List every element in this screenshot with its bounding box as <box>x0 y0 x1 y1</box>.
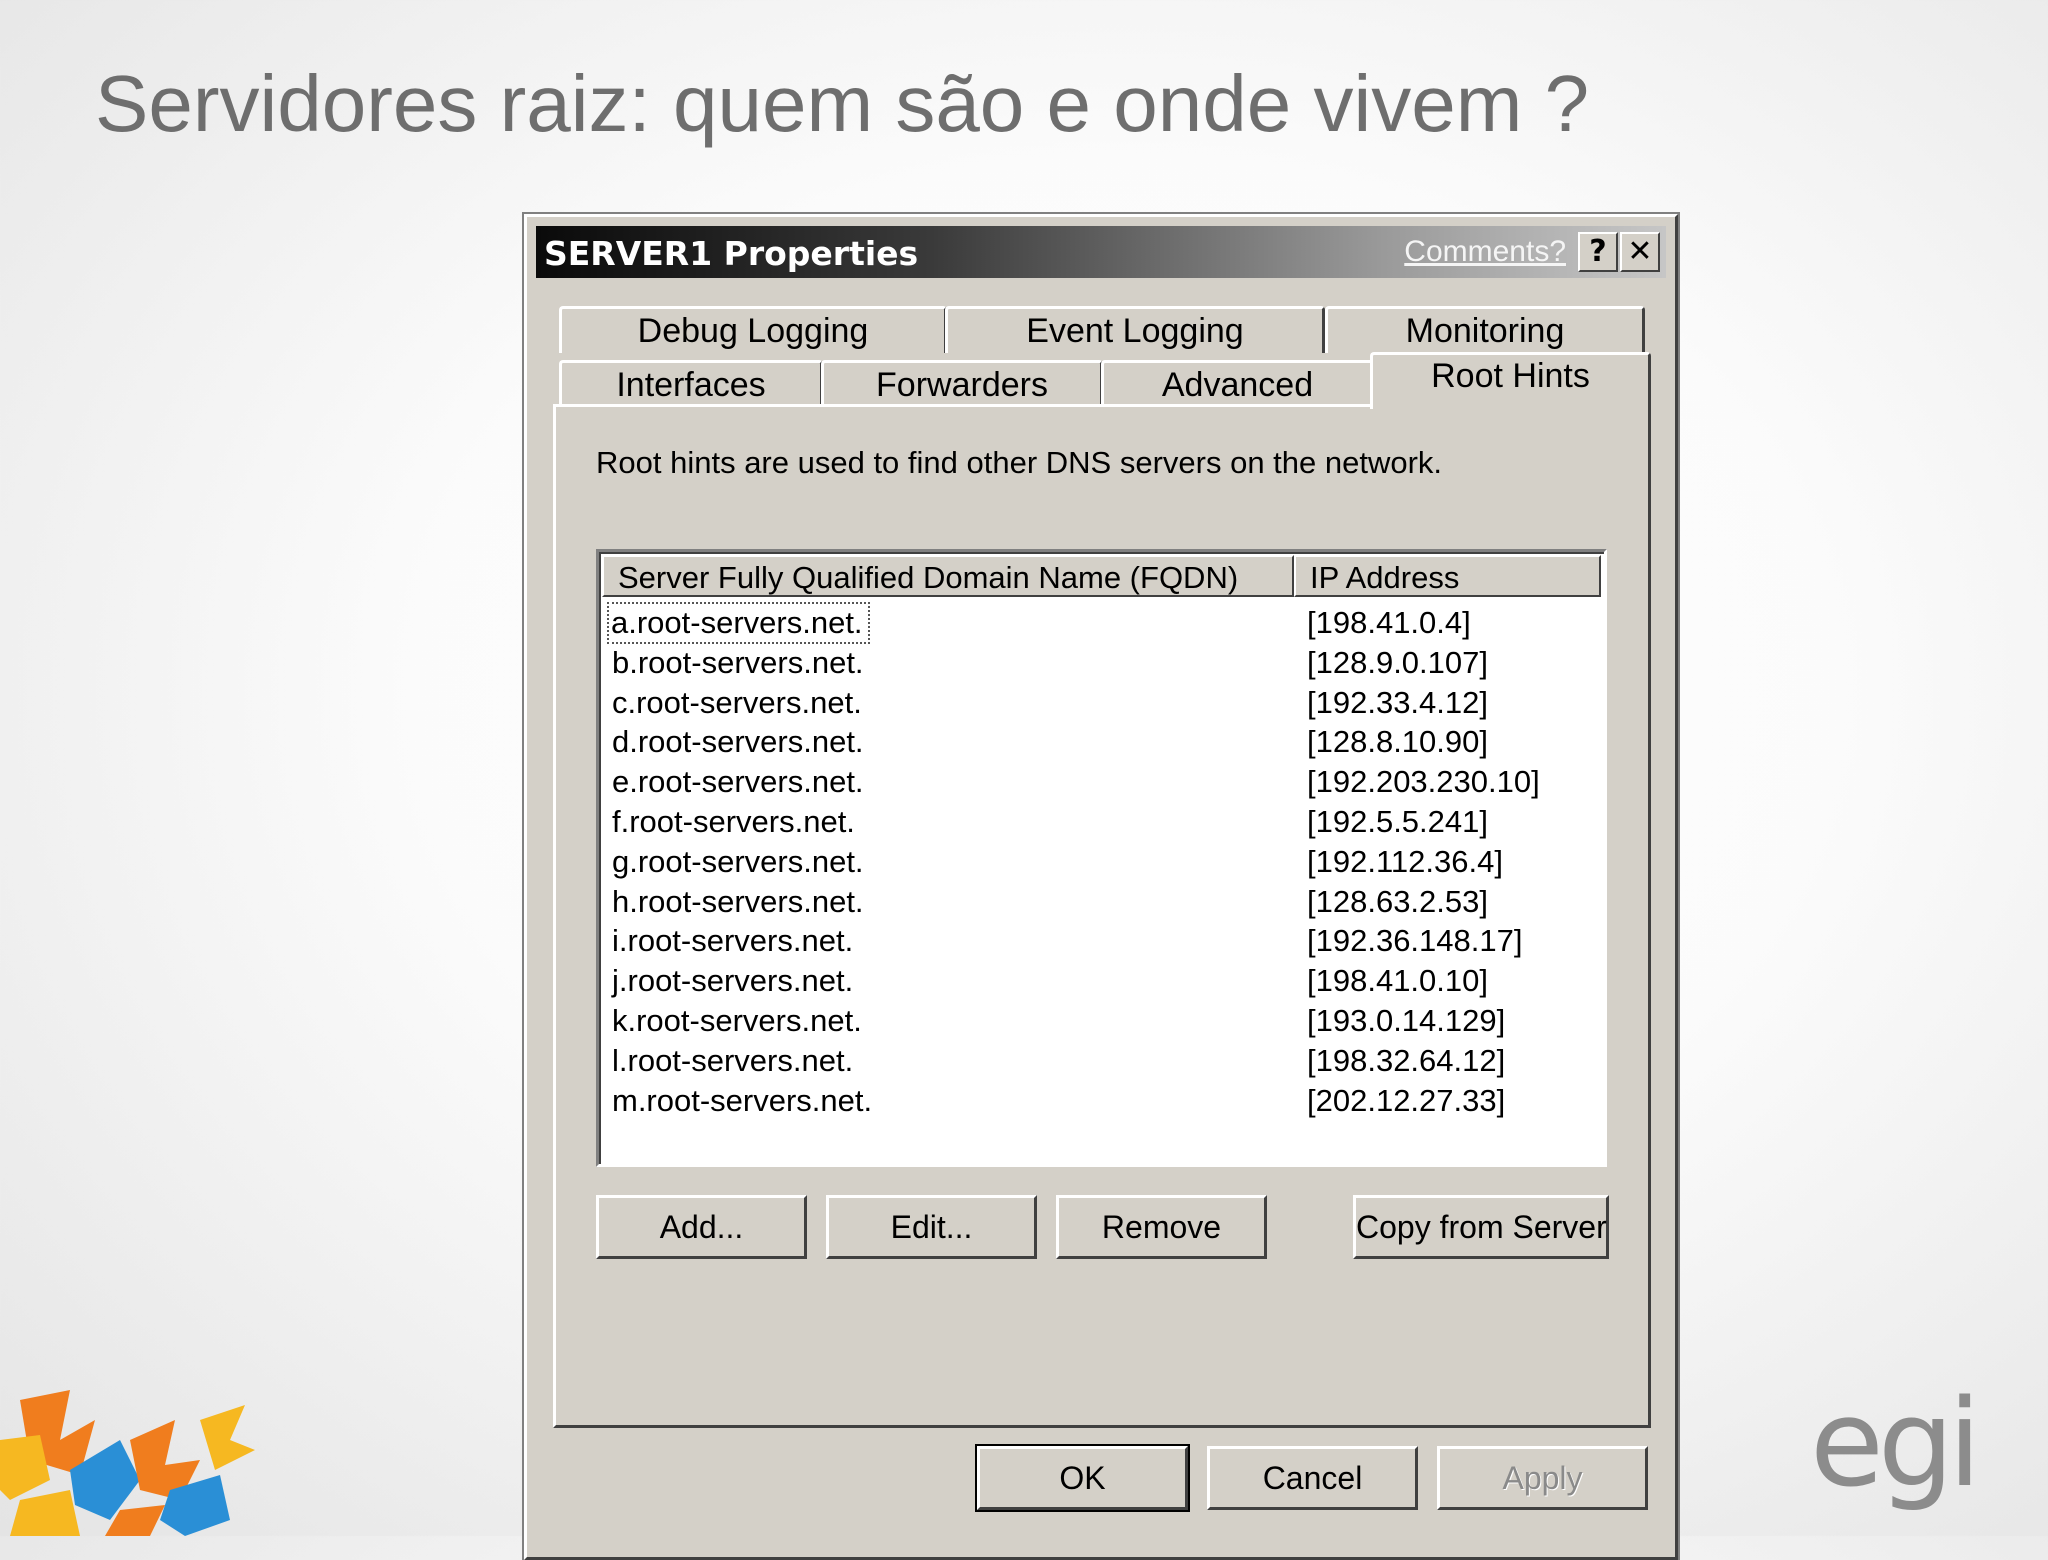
table-row[interactable]: a.root-servers.net. [198.41.0.4] <box>602 602 1601 644</box>
table-row[interactable]: k.root-servers.net. [193.0.14.129] <box>602 1001 1601 1041</box>
table-row[interactable]: c.root-servers.net. [192.33.4.12] <box>602 683 1601 723</box>
cell-fqdn: a.root-servers.net. <box>607 602 870 644</box>
cell-ip-address: [128.63.2.53] <box>1307 883 1488 919</box>
slide-title: Servidores raiz: quem são e onde vivem ? <box>95 59 1590 148</box>
table-row[interactable]: j.root-servers.net. [198.41.0.10] <box>602 961 1601 1001</box>
ok-button[interactable]: OK <box>975 1444 1190 1512</box>
cancel-button[interactable]: Cancel <box>1207 1446 1418 1510</box>
edit-button[interactable]: Edit... <box>826 1195 1037 1259</box>
decorative-logo-icon <box>0 1390 255 1536</box>
cell-fqdn: f.root-servers.net. <box>612 803 855 839</box>
add-button[interactable]: Add... <box>596 1195 807 1259</box>
tab-root-hints[interactable]: Root Hints <box>1370 352 1651 409</box>
egi-logo: egi <box>1810 1375 1981 1514</box>
tab-forwarders[interactable]: Forwarders <box>821 360 1103 407</box>
table-row[interactable]: h.root-servers.net. [128.63.2.53] <box>602 882 1601 922</box>
cell-ip-address: [192.33.4.12] <box>1307 684 1488 720</box>
remove-button[interactable]: Remove <box>1056 1195 1267 1259</box>
cell-fqdn: i.root-servers.net. <box>612 923 854 959</box>
list-header: Server Fully Qualified Domain Name (FQDN… <box>602 555 1601 599</box>
cell-ip-address: [193.0.14.129] <box>1307 1002 1506 1038</box>
cell-fqdn: d.root-servers.net. <box>612 724 864 760</box>
help-button[interactable]: ? <box>1578 232 1618 272</box>
cell-fqdn: h.root-servers.net. <box>612 883 864 919</box>
root-hints-panel: Root hints are used to find other DNS se… <box>553 404 1651 1428</box>
cell-ip-address: [128.8.10.90] <box>1307 724 1488 760</box>
cell-fqdn: k.root-servers.net. <box>612 1002 862 1038</box>
tab-debug-logging[interactable]: Debug Logging <box>559 306 947 353</box>
root-hints-list[interactable]: Server Fully Qualified Domain Name (FQDN… <box>596 549 1607 1167</box>
cell-fqdn: e.root-servers.net. <box>612 764 864 800</box>
cell-ip-address: [128.9.0.107] <box>1307 644 1488 680</box>
close-icon: ✕ <box>1627 234 1653 269</box>
cell-ip-address: [202.12.27.33] <box>1307 1082 1506 1118</box>
column-header-fqdn[interactable]: Server Fully Qualified Domain Name (FQDN… <box>602 555 1294 597</box>
cell-ip-address: [192.112.36.4] <box>1307 843 1503 879</box>
table-row[interactable]: m.root-servers.net. [202.12.27.33] <box>602 1081 1601 1121</box>
comments-link[interactable]: Comments? <box>1404 235 1566 269</box>
cell-fqdn: j.root-servers.net. <box>612 963 854 999</box>
cell-fqdn: b.root-servers.net. <box>612 644 864 680</box>
cell-fqdn: m.root-servers.net. <box>612 1082 873 1118</box>
close-button[interactable]: ✕ <box>1620 232 1660 272</box>
root-hints-description: Root hints are used to find other DNS se… <box>596 445 1443 480</box>
dialog-title: SERVER1 Properties <box>544 234 919 273</box>
cell-fqdn: g.root-servers.net. <box>612 843 864 879</box>
tab-event-logging[interactable]: Event Logging <box>945 306 1325 353</box>
cell-ip-address: [198.32.64.12] <box>1307 1042 1506 1078</box>
column-header-ip-address[interactable]: IP Address <box>1294 555 1601 597</box>
list-rows: a.root-servers.net. [198.41.0.4] b.root-se… <box>602 602 1601 1121</box>
copy-from-server-button[interactable]: Copy from Server <box>1353 1195 1609 1259</box>
table-row[interactable]: b.root-servers.net. [128.9.0.107] <box>602 643 1601 683</box>
cell-ip-address: [192.203.230.10] <box>1307 764 1540 800</box>
table-row[interactable]: d.root-servers.net. [128.8.10.90] <box>602 722 1601 762</box>
table-row[interactable]: l.root-servers.net. [198.32.64.12] <box>602 1041 1601 1081</box>
cell-fqdn: c.root-servers.net. <box>612 684 862 720</box>
cell-ip-address: [198.41.0.4] <box>1307 605 1471 640</box>
apply-button[interactable]: Apply <box>1437 1446 1648 1510</box>
table-row[interactable]: e.root-servers.net. [192.203.230.10] <box>602 762 1601 802</box>
cell-fqdn: l.root-servers.net. <box>612 1042 854 1078</box>
tab-interfaces[interactable]: Interfaces <box>559 360 823 407</box>
dialog-titlebar[interactable]: SERVER1 Properties Comments? ? ✕ <box>536 226 1666 278</box>
tab-monitoring[interactable]: Monitoring <box>1325 306 1645 353</box>
table-row[interactable]: g.root-servers.net. [192.112.36.4] <box>602 842 1601 882</box>
tab-advanced[interactable]: Advanced <box>1101 360 1374 407</box>
table-row[interactable]: f.root-servers.net. [192.5.5.241] <box>602 802 1601 842</box>
cell-ip-address: [192.36.148.17] <box>1307 923 1523 959</box>
cell-ip-address: [192.5.5.241] <box>1307 803 1488 839</box>
table-row[interactable]: i.root-servers.net. [192.36.148.17] <box>602 921 1601 961</box>
cell-ip-address: [198.41.0.10] <box>1307 963 1488 999</box>
